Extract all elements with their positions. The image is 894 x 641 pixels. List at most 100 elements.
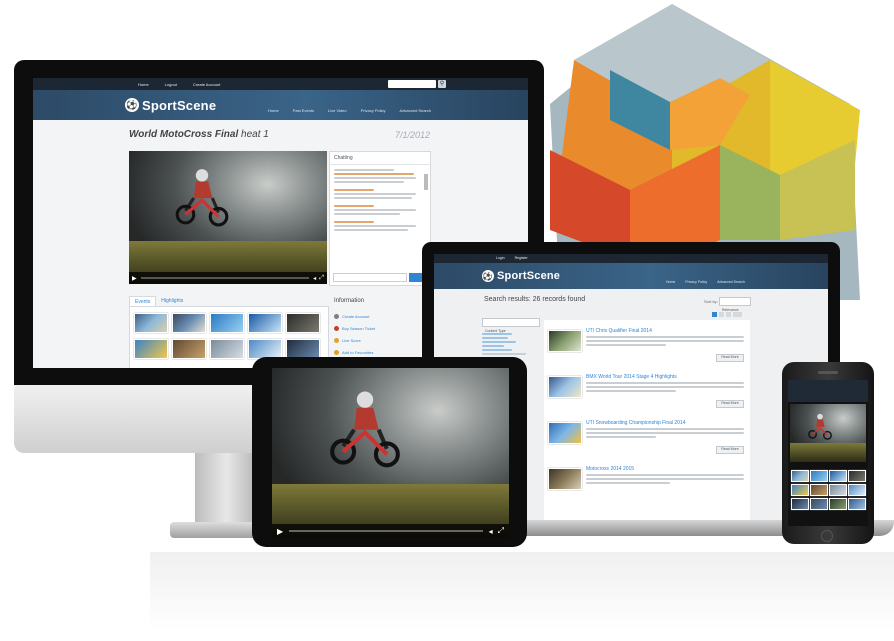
thumbnail[interactable] bbox=[810, 484, 828, 496]
result-title[interactable]: BMX World Tour 2014 Stage 4 Highlights bbox=[586, 374, 677, 380]
tablet-video-player[interactable]: ▶ ◂ ⤢ bbox=[272, 368, 509, 538]
thumbnail[interactable] bbox=[248, 313, 282, 333]
thumbnail[interactable] bbox=[248, 339, 282, 359]
volume-icon[interactable]: ◂ bbox=[313, 275, 316, 282]
fullscreen-icon[interactable]: ⤢ bbox=[319, 275, 324, 282]
thumbnail[interactable] bbox=[172, 339, 206, 359]
laptop-logo[interactable]: ⚽ SportScene bbox=[482, 270, 560, 282]
thumbnail[interactable] bbox=[810, 470, 828, 482]
topbar-link-create-account[interactable]: Create Account bbox=[193, 82, 220, 87]
search-icon[interactable]: ⚲ bbox=[438, 80, 446, 88]
read-more-button[interactable]: Read More bbox=[716, 446, 744, 454]
thumbnail[interactable] bbox=[848, 484, 866, 496]
thumbnail[interactable] bbox=[848, 498, 866, 510]
result-title[interactable]: UTI Chris Qualifier Final 2014 bbox=[586, 328, 652, 334]
result-item[interactable]: UTI Chris Qualifier Final 2014 Read More bbox=[544, 324, 750, 368]
brand-name: SportScene bbox=[142, 97, 217, 113]
page-button[interactable] bbox=[719, 312, 724, 317]
thumbnail[interactable] bbox=[829, 498, 847, 510]
thumbnail[interactable] bbox=[829, 484, 847, 496]
thumbnail[interactable] bbox=[829, 470, 847, 482]
thumbnail[interactable] bbox=[791, 484, 809, 496]
nav-advanced-search[interactable]: Advanced Search bbox=[717, 280, 745, 285]
floor-reflection bbox=[150, 552, 894, 632]
nav-home[interactable]: Home bbox=[666, 280, 675, 285]
thumbnail[interactable] bbox=[848, 470, 866, 482]
info-link-season-ticket[interactable]: Buy Season Ticket bbox=[334, 326, 375, 331]
filter-option[interactable] bbox=[482, 333, 512, 335]
video-controls: ▶ ◂ ⤢ bbox=[272, 524, 509, 538]
nav-live-video[interactable]: Live Video bbox=[328, 108, 347, 113]
topbar-link-login[interactable]: Login bbox=[496, 256, 505, 261]
nav-past-events[interactable]: Past Events bbox=[293, 108, 314, 113]
phone-screen bbox=[788, 380, 868, 526]
play-icon[interactable]: ▶ bbox=[132, 275, 137, 282]
thumbnail[interactable] bbox=[134, 339, 168, 359]
laptop-topbar: Login Register bbox=[434, 254, 828, 263]
thumbnail[interactable] bbox=[791, 498, 809, 510]
filter-option[interactable] bbox=[482, 349, 512, 351]
topbar-link-register[interactable]: Register bbox=[515, 256, 528, 261]
desktop-nav: Home Past Events Live Video Privacy Poli… bbox=[268, 108, 431, 113]
page-title: World MotoCross Final heat 1 bbox=[129, 129, 269, 140]
thumbnail[interactable] bbox=[791, 470, 809, 482]
result-item[interactable]: BMX World Tour 2014 Stage 4 Highlights R… bbox=[544, 370, 750, 414]
topbar-link-home[interactable]: Home bbox=[138, 82, 149, 87]
chat-messages bbox=[330, 165, 430, 237]
thumbnail[interactable] bbox=[810, 498, 828, 510]
read-more-button[interactable]: Read More bbox=[716, 354, 744, 362]
filter-select[interactable]: Content Type bbox=[482, 318, 540, 333]
info-title: Information bbox=[334, 298, 365, 304]
result-item[interactable]: UTI Snowboarding Championship Final 2014… bbox=[544, 416, 750, 460]
soccer-ball-icon: ⚽ bbox=[482, 270, 494, 282]
page-button-active[interactable] bbox=[712, 312, 717, 317]
thumbnail[interactable] bbox=[210, 313, 244, 333]
thumbnail[interactable] bbox=[286, 313, 320, 333]
soccer-ball-icon: ⚽ bbox=[125, 98, 139, 112]
nav-privacy-policy[interactable]: Privacy Policy bbox=[361, 108, 386, 113]
video-progress-bar[interactable] bbox=[289, 530, 483, 532]
info-link-create-account[interactable]: Create Account bbox=[334, 314, 375, 319]
filter-option[interactable] bbox=[482, 345, 504, 347]
desktop-logo[interactable]: ⚽ SportScene bbox=[125, 98, 216, 113]
nav-privacy-policy[interactable]: Privacy Policy bbox=[685, 280, 707, 285]
video-progress-bar[interactable] bbox=[140, 277, 310, 280]
phone-header bbox=[788, 380, 868, 402]
desktop-search-input[interactable]: Search... bbox=[388, 80, 436, 94]
chat-input[interactable] bbox=[333, 273, 407, 282]
thumbnail[interactable] bbox=[210, 339, 244, 359]
info-link-favourites[interactable]: Add to Favourites bbox=[334, 350, 375, 355]
volume-icon[interactable]: ◂ bbox=[489, 527, 493, 536]
filter-option[interactable] bbox=[482, 353, 526, 355]
thumbnail[interactable] bbox=[134, 313, 168, 333]
chat-scrollbar[interactable] bbox=[424, 174, 428, 190]
thumbnail[interactable] bbox=[286, 339, 320, 359]
pagination bbox=[712, 312, 742, 317]
desktop-topbar: Home Logout Create Account Search... ⚲ bbox=[33, 78, 528, 94]
nav-home[interactable]: Home bbox=[268, 108, 279, 113]
phone-speaker bbox=[818, 371, 838, 374]
phone-video-player[interactable] bbox=[790, 404, 866, 462]
read-more-button[interactable]: Read More bbox=[716, 400, 744, 408]
home-button[interactable] bbox=[821, 530, 833, 542]
desktop-header: ⚽ SportScene Home Past Events Live Video… bbox=[33, 90, 528, 120]
star-icon bbox=[334, 350, 339, 355]
fullscreen-icon[interactable]: ⤢ bbox=[498, 526, 504, 536]
score-icon bbox=[334, 338, 339, 343]
result-thumbnail bbox=[548, 330, 582, 352]
page-button[interactable] bbox=[733, 312, 742, 317]
filter-option[interactable] bbox=[482, 341, 516, 343]
sort-label: Sort by: bbox=[704, 299, 718, 304]
desktop-video-player[interactable]: ▶ ◂ ⤢ bbox=[129, 151, 327, 284]
info-link-live-score[interactable]: Live Score bbox=[334, 338, 375, 343]
result-title[interactable]: Motocross 2014 2015 bbox=[586, 466, 634, 472]
sort-select[interactable]: Relevance bbox=[719, 297, 751, 312]
topbar-link-logout[interactable]: Logout bbox=[165, 82, 177, 87]
play-icon[interactable]: ▶ bbox=[277, 527, 283, 536]
page-button[interactable] bbox=[726, 312, 731, 317]
thumbnail[interactable] bbox=[172, 313, 206, 333]
result-item[interactable]: Motocross 2014 2015 bbox=[544, 462, 750, 506]
result-title[interactable]: UTI Snowboarding Championship Final 2014 bbox=[586, 420, 686, 426]
nav-advanced-search[interactable]: Advanced Search bbox=[400, 108, 432, 113]
filter-option[interactable] bbox=[482, 337, 508, 339]
